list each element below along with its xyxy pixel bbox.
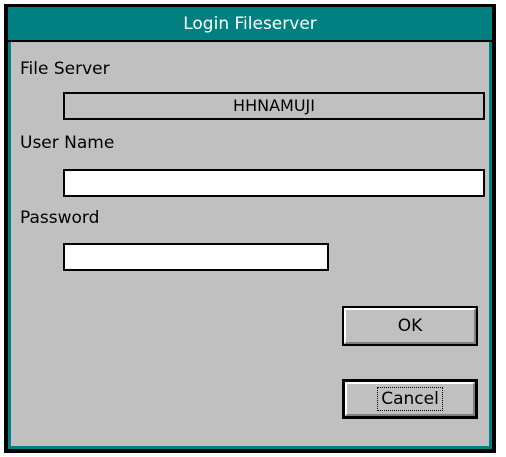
cancel-button-label: Cancel [381,389,439,409]
file-server-field: HHNAMUJI [63,92,485,120]
title-bar[interactable]: Login Fileserver [8,7,492,42]
ok-button-label: OK [397,316,423,336]
cancel-focus-ring: Cancel [377,387,443,411]
cancel-button[interactable]: Cancel [342,379,478,419]
ok-button-face: OK [344,308,476,344]
user-name-input[interactable] [63,169,485,197]
file-server-label: File Server [20,59,110,79]
password-input[interactable] [63,243,329,271]
window-title: Login Fileserver [183,14,317,34]
user-name-label: User Name [20,133,115,153]
cancel-button-face: Cancel [345,382,475,416]
ok-button[interactable]: OK [342,306,478,346]
login-dialog: Login Fileserver File Server HHNAMUJI Us… [4,4,496,453]
password-label: Password [20,208,100,228]
file-server-value: HHNAMUJI [233,96,315,115]
